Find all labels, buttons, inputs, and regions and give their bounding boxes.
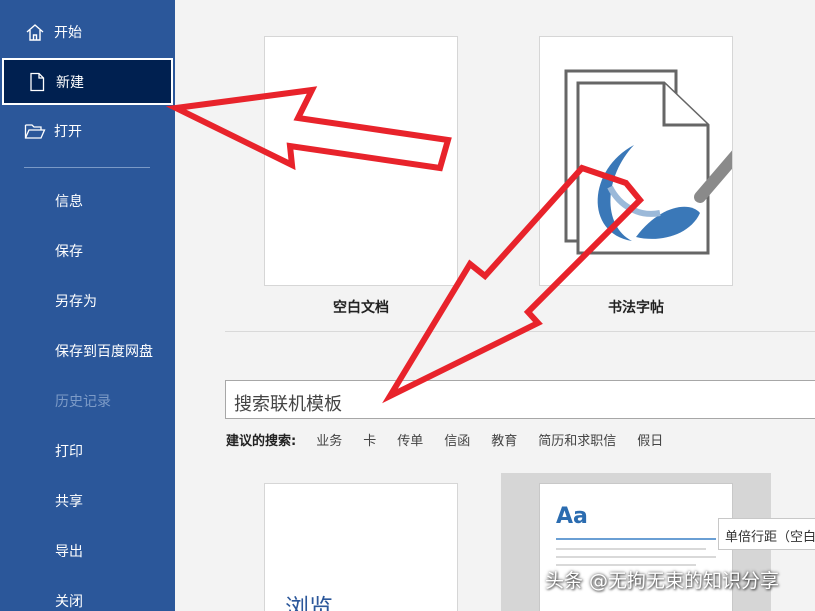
sidebar-item-print[interactable]: 打印 (0, 427, 175, 475)
template-label: 空白文档 (333, 300, 389, 316)
sidebar-divider (24, 167, 150, 168)
sidebar-item-label: 信息 (55, 194, 83, 210)
new-document-icon (26, 71, 48, 93)
suggested-searches-label: 建议的搜索: (226, 434, 297, 449)
sidebar-item-label: 历史记录 (55, 394, 111, 410)
open-folder-icon (24, 120, 46, 142)
sidebar-item-save[interactable]: 保存 (0, 227, 175, 275)
template-style-sample: Aa (556, 504, 588, 529)
sidebar-item-label: 另存为 (55, 294, 97, 310)
sidebar-item-label: 新建 (56, 74, 84, 91)
sidebar-item-label: 导出 (55, 544, 83, 560)
sidebar-item-label: 保存到百度网盘 (55, 344, 153, 360)
sidebar-item-info[interactable]: 信息 (0, 177, 175, 225)
template-calligraphy[interactable] (539, 36, 733, 286)
calligraphy-document-icon (564, 69, 732, 255)
suggested-link-business[interactable]: 业务 (316, 430, 342, 449)
new-document-pane: 空白文档 书法字帖 搜索联机模板 建议的搜索: 业务 卡 传单 信函 教育 简历… (175, 0, 815, 611)
suggested-link-education[interactable]: 教育 (491, 430, 517, 449)
backstage-sidebar: 开始 新建 打开 信息 保存 另存为 保存到百度网盘 历史记录 打印 共享 导出… (0, 0, 175, 611)
suggested-link-holiday[interactable]: 假日 (637, 430, 663, 449)
sidebar-item-new[interactable]: 新建 (2, 58, 173, 105)
suggested-searches: 建议的搜索: 业务 卡 传单 信函 教育 简历和求职信 假日 (226, 430, 684, 449)
suggested-link-flyer[interactable]: 传单 (397, 430, 423, 449)
sidebar-item-share[interactable]: 共享 (0, 477, 175, 525)
sidebar-item-label: 打开 (54, 124, 82, 140)
sidebar-item-label: 保存 (55, 244, 83, 260)
suggested-link-letter[interactable]: 信函 (444, 430, 470, 449)
template-heading-rule (556, 538, 716, 540)
sidebar-item-home[interactable]: 开始 (0, 8, 175, 56)
watermark-text: 头条 @无拘无束的知识分享 (545, 570, 780, 592)
suggested-link-card[interactable]: 卡 (363, 430, 376, 449)
template-label: 书法字帖 (608, 300, 664, 316)
template-text-line (556, 548, 706, 550)
home-icon (24, 21, 46, 43)
sidebar-item-history: 历史记录 (0, 377, 175, 425)
sidebar-item-export[interactable]: 导出 (0, 527, 175, 575)
template-browse-title: 浏览 (285, 594, 333, 611)
sidebar-item-close[interactable]: 关闭 (0, 577, 175, 611)
sidebar-item-save-to-baidu[interactable]: 保存到百度网盘 (0, 327, 175, 375)
template-text-line (556, 556, 716, 558)
sidebar-item-label: 开始 (54, 25, 82, 41)
sidebar-item-label: 打印 (55, 444, 83, 460)
search-online-templates-input[interactable]: 搜索联机模板 (225, 380, 815, 419)
section-divider (225, 331, 815, 332)
sidebar-item-label: 关闭 (55, 594, 83, 610)
template-tooltip: 单倍行距（空白） (718, 518, 815, 550)
sidebar-item-open[interactable]: 打开 (0, 107, 175, 155)
sidebar-item-label: 共享 (55, 494, 83, 510)
template-browse[interactable]: 浏览 (264, 483, 458, 611)
suggested-link-resume[interactable]: 简历和求职信 (538, 430, 616, 449)
sidebar-item-save-as[interactable]: 另存为 (0, 277, 175, 325)
template-blank-document[interactable] (264, 36, 458, 286)
